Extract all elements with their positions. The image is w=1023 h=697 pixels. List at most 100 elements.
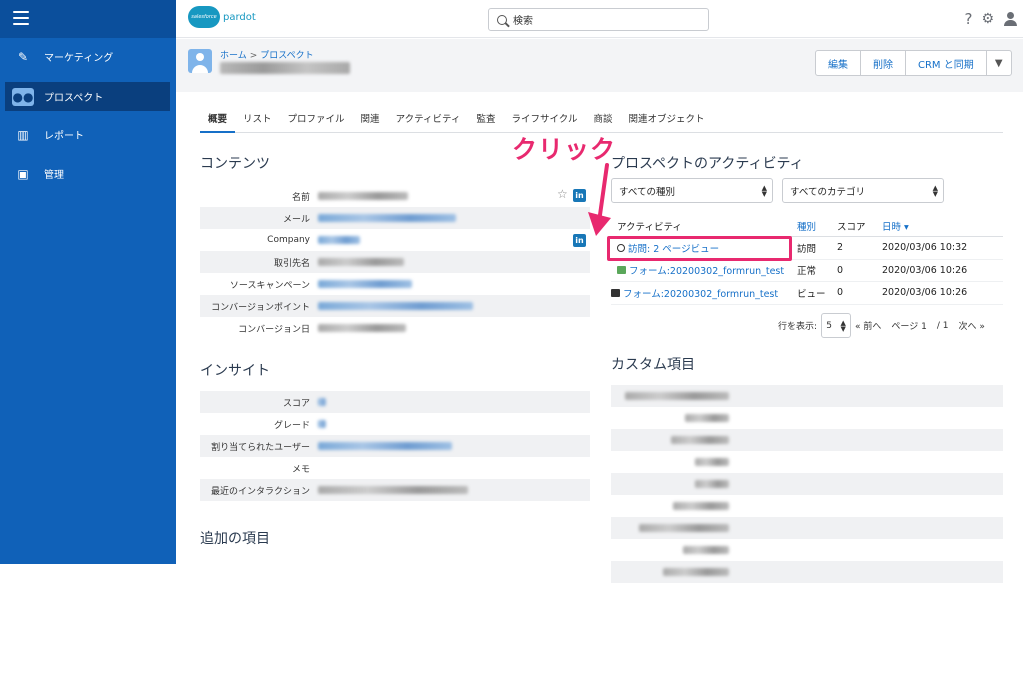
field-label: メモ (291, 464, 310, 475)
field-value-blurred (318, 192, 408, 200)
gear-icon[interactable]: ⚙ (981, 11, 994, 27)
star-icon[interactable]: ☆ (557, 187, 568, 201)
tab-overview[interactable]: 概要 (200, 106, 236, 133)
type-cell: ビュー (797, 288, 826, 300)
field-label-blurred (685, 414, 729, 422)
field-row-conversion-date: コンバージョン日 (200, 317, 590, 339)
field-row-score: スコア (200, 391, 590, 413)
activity-link-form[interactable]: フォーム:20200302_formrun_test (629, 263, 784, 277)
field-label-blurred (683, 546, 729, 554)
sidebar-item-label: マーケティング (44, 53, 114, 64)
rows-label: 行を表示: (778, 322, 818, 332)
tab-audit[interactable]: 監査 (468, 106, 503, 133)
salesforce-pardot-logo[interactable]: salesforce pardot (188, 6, 256, 28)
col-type[interactable]: 種別 (797, 219, 837, 233)
custom-row (611, 451, 1003, 473)
tab-related[interactable]: 関連 (353, 106, 388, 133)
field-label: グレード (273, 420, 310, 431)
additional-section-title: 追加の項目 (200, 531, 270, 547)
type-cell: 正常 (797, 266, 817, 278)
date-cell: 2020/03/06 10:32 (882, 242, 968, 254)
breadcrumb-separator: > (249, 51, 258, 61)
hamburger-menu-icon[interactable] (13, 11, 29, 25)
tab-lists[interactable]: リスト (235, 106, 280, 133)
field-value-blurred[interactable] (318, 302, 473, 310)
crm-sync-button[interactable]: CRM と同期 (905, 50, 987, 76)
prospect-name-blurred (220, 62, 350, 74)
field-label-blurred (695, 480, 729, 488)
score-cell: 0 (837, 264, 844, 276)
sidebar-item-admin[interactable]: ▣ 管理 (5, 159, 170, 188)
tab-lifecycle[interactable]: ライフサイクル (503, 106, 585, 133)
content-section-title: コンテンツ (200, 156, 270, 172)
select-value: すべての種別 (619, 186, 675, 198)
col-date[interactable]: 日時 ▾ (882, 219, 1003, 233)
field-label: コンバージョンポイント (211, 302, 310, 313)
user-icon[interactable] (1003, 12, 1017, 26)
select-arrows-icon: ▲ ▼ (761, 183, 767, 198)
custom-row (611, 407, 1003, 429)
app-root: ✎ マーケティング ●● プロスペクト ▥ レポート ▣ 管理 salesfor… (0, 0, 1023, 697)
edit-button[interactable]: 編集 (815, 50, 861, 76)
breadcrumb-prospects[interactable]: プロスペクト (260, 51, 313, 61)
field-value-blurred (318, 258, 404, 266)
activity-type-select[interactable]: すべての種別 ▲ ▼ (611, 178, 773, 203)
field-value-blurred[interactable] (318, 442, 452, 450)
field-value-blurred[interactable] (318, 280, 412, 288)
field-label: ソースキャンペーン (229, 280, 310, 291)
field-row-name: 名前 (200, 185, 590, 207)
magic-wand-icon: ✎ (17, 49, 29, 64)
tab-related-objects[interactable]: 関連オブジェクト (621, 106, 713, 133)
tab-opportunities[interactable]: 商談 (586, 106, 621, 133)
more-actions-button[interactable]: ▼ (985, 50, 1012, 76)
field-label-blurred (663, 568, 729, 576)
activity-category-select[interactable]: すべてのカテゴリ ▲ ▼ (782, 178, 944, 203)
field-row-conversion-point: コンバージョンポイント (200, 295, 590, 317)
field-value-blurred (318, 420, 326, 428)
briefcase-icon: ▣ (17, 166, 29, 181)
search-input[interactable]: 検索 (488, 8, 709, 31)
col-date-label: 日時 (882, 221, 902, 233)
score-cell: 2 (837, 242, 844, 254)
sidebar-item-reports[interactable]: ▥ レポート (5, 120, 170, 149)
rows-per-page-select[interactable]: 5 ▲ ▼ (821, 313, 852, 338)
activity-pager: 行を表示: 5 ▲ ▼ « 前へ ページ 1 / 1 次へ » (778, 313, 985, 338)
delete-button[interactable]: 削除 (860, 50, 906, 76)
type-cell: 訪問 (797, 243, 817, 255)
sidebar-item-label: プロスペクト (44, 93, 104, 104)
field-label-blurred (671, 436, 729, 444)
field-label-blurred (673, 502, 729, 510)
field-value-blurred (318, 398, 326, 406)
activity-link-form[interactable]: フォーム:20200302_formrun_test (623, 286, 778, 300)
field-label-blurred (625, 392, 729, 400)
date-cell: 2020/03/06 10:26 (882, 287, 968, 299)
field-row-memo: メモ (200, 457, 590, 479)
field-value-blurred[interactable] (318, 236, 360, 244)
prev-page-link[interactable]: « 前へ (855, 319, 881, 332)
sidebar-item-label: 管理 (44, 170, 64, 181)
bar-chart-icon: ▥ (17, 127, 29, 142)
help-icon[interactable]: ? (964, 10, 972, 28)
form-success-icon (617, 266, 626, 275)
field-value-blurred[interactable] (318, 214, 456, 222)
sidebar-item-prospects[interactable]: ●● プロスペクト (5, 82, 170, 111)
breadcrumb-home[interactable]: ホーム (220, 51, 247, 61)
activity-cell: フォーム:20200302_formrun_test (611, 286, 797, 300)
field-row-grade: グレード (200, 413, 590, 435)
select-value: 5 (826, 320, 832, 331)
page-indicator: ページ 1 (891, 322, 927, 332)
sidebar-item-marketing[interactable]: ✎ マーケティング (5, 42, 170, 71)
field-label-blurred (695, 458, 729, 466)
field-row-email: メール (200, 207, 590, 229)
date-cell: 2020/03/06 10:26 (882, 264, 968, 276)
select-value: すべてのカテゴリ (790, 186, 865, 198)
custom-row (611, 561, 1003, 583)
field-label: 最近のインタラクション (210, 486, 310, 497)
activity-filters: すべての種別 ▲ ▼ すべてのカテゴリ ▲ ▼ (611, 178, 944, 203)
top-header: salesforce pardot 検索 ? ⚙ (176, 0, 1023, 38)
next-page-link[interactable]: 次へ » (958, 319, 984, 332)
people-icon: ●● (12, 87, 34, 106)
custom-row (611, 385, 1003, 407)
tab-activity[interactable]: アクティビティ (388, 106, 469, 133)
tab-profile[interactable]: プロファイル (280, 106, 353, 133)
